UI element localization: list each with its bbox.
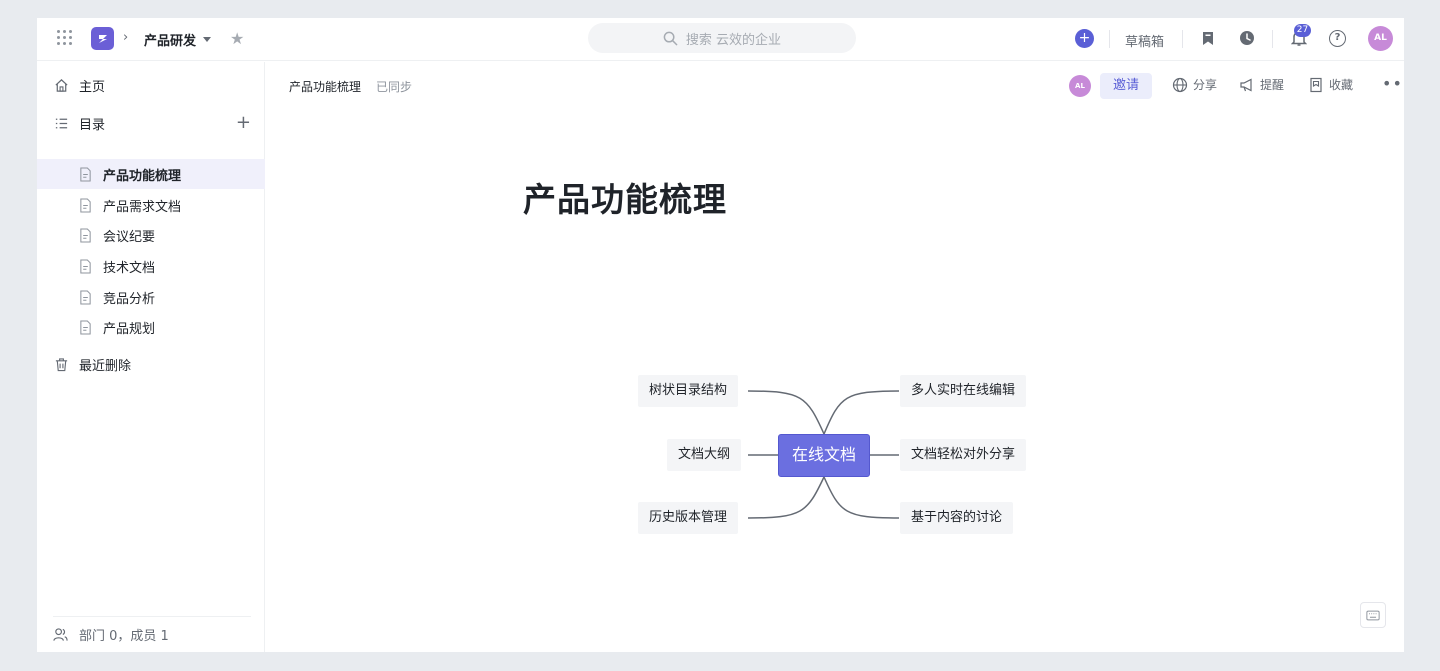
sidebar-item-home[interactable]: 主页 <box>37 70 265 100</box>
document-icon <box>77 166 93 182</box>
sidebar-doc-label: 竞品分析 <box>103 291 156 307</box>
sidebar-doc-item[interactable]: 产品功能梳理 <box>37 159 265 189</box>
collect-button[interactable]: 收藏 <box>1308 76 1353 93</box>
collect-icon <box>1310 77 1322 92</box>
sidebar-doc-item[interactable]: 竞品分析 <box>37 282 265 312</box>
star-icon[interactable]: ★ <box>230 29 244 48</box>
mindmap-node[interactable]: 多人实时在线编辑 <box>900 375 1027 407</box>
clock-icon[interactable] <box>1239 30 1255 46</box>
sidebar-item-label: 主页 <box>79 79 106 95</box>
divider <box>1272 30 1273 48</box>
create-button[interactable]: + <box>1075 29 1094 48</box>
document-icon <box>77 197 93 213</box>
mindmap-node[interactable]: 历史版本管理 <box>638 502 739 534</box>
divider <box>1182 30 1183 48</box>
mindmap-node[interactable]: 文档大纲 <box>667 439 742 471</box>
mindmap-node[interactable]: 基于内容的讨论 <box>900 502 1014 534</box>
home-icon <box>53 77 69 93</box>
sidebar-doc-label: 技术文档 <box>103 260 156 276</box>
share-label: 分享 <box>1193 78 1218 92</box>
sidebar-item-trash[interactable]: 最近删除 <box>37 349 265 379</box>
space-switcher[interactable]: 产品研发 <box>144 30 212 49</box>
product-logo-icon[interactable] <box>91 27 114 50</box>
collaborator-avatar[interactable]: AL <box>1069 75 1091 97</box>
sidebar-doc-item[interactable]: 产品规划 <box>37 312 265 342</box>
remind-button[interactable]: 提醒 <box>1239 76 1284 93</box>
space-name-label: 产品研发 <box>144 34 197 49</box>
sync-status: 已同步 <box>376 80 413 94</box>
bookmark-icon[interactable] <box>1202 31 1214 46</box>
sidebar-doc-label: 产品功能梳理 <box>103 168 182 184</box>
caret-down-icon <box>203 37 212 42</box>
mindmap-center-node[interactable]: 在线文档 <box>778 434 870 477</box>
sidebar: 主页 目录 + 产品功能梳理 产品需求文档 会议纪要 技术文档 竞品分析 产品规… <box>37 62 265 652</box>
sidebar-doc-item[interactable]: 会议纪要 <box>37 220 265 250</box>
search-placeholder: 搜索 云效的企业 <box>685 32 782 48</box>
collect-label: 收藏 <box>1329 78 1354 92</box>
search-icon <box>663 31 678 45</box>
sidebar-doc-label: 产品规划 <box>103 321 156 337</box>
sidebar-doc-label: 会议纪要 <box>103 229 156 245</box>
document-icon <box>77 319 93 335</box>
mindmap-node[interactable]: 树状目录结构 <box>638 375 739 407</box>
document-title[interactable]: 产品功能梳理 <box>523 173 727 221</box>
sidebar-item-label: 目录 <box>79 117 106 133</box>
document-icon <box>77 258 93 274</box>
apps-grid-icon[interactable] <box>57 30 73 46</box>
notification-badge: 27 <box>1294 24 1311 37</box>
remind-label: 提醒 <box>1260 78 1285 92</box>
drafts-button[interactable]: 草稿箱 <box>1125 31 1164 50</box>
sidebar-doc-item[interactable]: 产品需求文档 <box>37 190 265 220</box>
members-summary: 部门 0，成员 1 <box>79 629 169 644</box>
invite-button[interactable]: 邀请 <box>1100 73 1152 99</box>
document-icon <box>77 227 93 243</box>
breadcrumb-chevron-icon: › <box>123 30 129 45</box>
user-avatar[interactable]: AL <box>1368 26 1393 51</box>
top-bar: › 产品研发 ★ 搜索 云效的企业 + 草稿箱 27 ? AL <box>37 18 1404 61</box>
list-icon <box>53 115 69 131</box>
mindmap-node[interactable]: 文档轻松对外分享 <box>900 439 1027 471</box>
global-search[interactable]: 搜索 云效的企业 <box>588 23 856 53</box>
sidebar-item-catalog[interactable]: 目录 + <box>37 108 265 138</box>
share-button[interactable]: 分享 <box>1172 76 1217 93</box>
sidebar-doc-item[interactable]: 技术文档 <box>37 251 265 281</box>
sidebar-item-label: 最近删除 <box>79 358 132 374</box>
help-icon[interactable]: ? <box>1329 30 1346 47</box>
trash-icon <box>53 356 69 372</box>
sidebar-doc-label: 产品需求文档 <box>103 199 182 215</box>
megaphone-icon <box>1240 78 1252 91</box>
document-breadcrumb-title: 产品功能梳理 <box>289 80 362 94</box>
more-icon[interactable]: ••• <box>1382 74 1404 93</box>
globe-icon <box>1172 77 1188 92</box>
document-header: 产品功能梳理 已同步 AL 邀请 分享 提醒 收藏 ••• <box>266 62 1404 110</box>
members-footer[interactable]: 部门 0，成员 1 <box>53 616 251 652</box>
keyboard-icon[interactable] <box>1360 602 1386 628</box>
members-icon <box>53 627 69 643</box>
document-icon <box>77 289 93 305</box>
divider <box>1109 30 1110 48</box>
add-doc-icon[interactable]: + <box>236 114 251 132</box>
app-window: › 产品研发 ★ 搜索 云效的企业 + 草稿箱 27 ? AL 主页 目录 + … <box>37 18 1404 652</box>
